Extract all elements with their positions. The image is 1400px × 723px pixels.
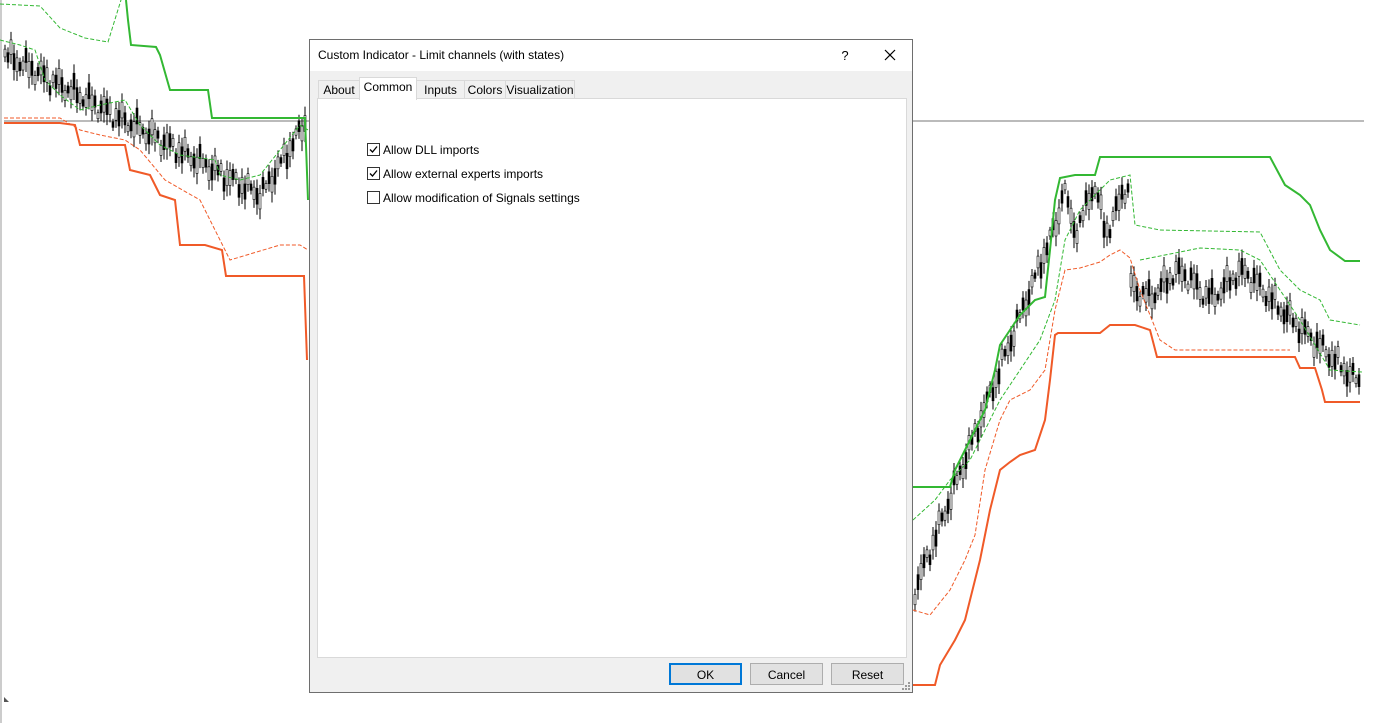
ok-button[interactable]: OK xyxy=(669,663,742,685)
checkmark-icon xyxy=(369,170,378,177)
custom-indicator-dialog: Custom Indicator - Limit channels (with … xyxy=(309,39,913,693)
close-icon xyxy=(884,49,896,61)
allow-external-experts-imports-checkbox[interactable] xyxy=(367,167,380,180)
upper-inner-channel-line xyxy=(0,39,309,181)
reset-button[interactable]: Reset xyxy=(831,663,904,685)
tab-about[interactable]: About xyxy=(318,80,360,98)
allow-modification-signals-checkbox[interactable] xyxy=(367,191,380,204)
tab-visualization[interactable]: Visualization xyxy=(505,80,575,98)
allow-modification-signals-label: Allow modification of Signals settings xyxy=(383,191,580,205)
lower-channel-line xyxy=(4,122,308,361)
allow-dll-imports-checkbox[interactable] xyxy=(367,143,380,156)
lower-inner-channel-line-right xyxy=(912,249,1290,616)
upper-inner-channel-line-right xyxy=(912,174,1361,521)
close-button[interactable] xyxy=(872,43,908,68)
tab-colors[interactable]: Colors xyxy=(464,80,506,98)
allow-external-experts-imports-label: Allow external experts imports xyxy=(383,167,544,181)
allow-dll-imports-label: Allow DLL imports xyxy=(383,143,480,157)
help-button[interactable]: ? xyxy=(830,45,860,67)
cancel-button[interactable]: Cancel xyxy=(750,663,823,685)
resize-grip-icon[interactable] xyxy=(901,681,911,691)
common-tab-panel: Allow DLL imports Allow external experts… xyxy=(317,98,907,658)
upper-inner-channel-line-2 xyxy=(0,0,122,43)
checkmark-icon xyxy=(369,146,378,153)
dialog-titlebar[interactable]: Custom Indicator - Limit channels (with … xyxy=(310,40,912,71)
dialog-title: Custom Indicator - Limit channels (with … xyxy=(318,48,565,62)
tab-inputs[interactable]: Inputs xyxy=(416,80,465,98)
chart-corner-marker xyxy=(4,697,9,702)
tab-common[interactable]: Common xyxy=(359,77,417,100)
